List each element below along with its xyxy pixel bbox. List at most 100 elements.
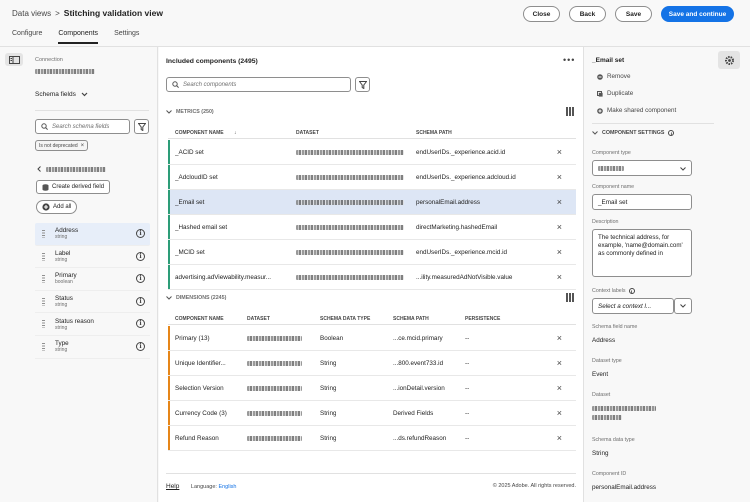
dimension-row[interactable]: Refund Reason String ...ds.refundReason -- × — [168, 426, 576, 451]
schema-fields-dropdown[interactable]: Schema fields — [35, 91, 88, 98]
column-settings-icon[interactable] — [566, 293, 575, 302]
tab-settings[interactable]: Settings — [114, 30, 139, 44]
close-button[interactable]: Close — [523, 6, 560, 22]
col-schema-data-type[interactable]: SCHEMA DATA TYPE — [320, 316, 370, 322]
help-link[interactable]: Help — [166, 483, 179, 490]
schema-fields-label: Schema fields — [35, 91, 76, 98]
dimension-row[interactable]: Currency Code (3) String Derived Fields -- × — [168, 401, 576, 426]
col-dataset[interactable]: DATASET — [296, 130, 319, 136]
drag-handle-icon[interactable] — [42, 297, 45, 306]
chevron-left-icon[interactable] — [37, 166, 41, 172]
remove-icon[interactable]: × — [557, 172, 562, 182]
component-type-select[interactable] — [592, 160, 692, 176]
dimension-row[interactable]: Selection Version String ...ionDetail.vers… — [168, 376, 576, 401]
create-derived-field-button[interactable]: Create derived field — [36, 180, 111, 194]
tab-configure[interactable]: Configure — [12, 30, 42, 44]
dimensions-section-header[interactable]: DIMENSIONS (2245) — [166, 295, 226, 301]
field-text: Address string — [55, 227, 78, 240]
remove-icon[interactable]: × — [557, 333, 562, 343]
drag-handle-icon[interactable] — [42, 320, 45, 329]
metrics-section-header[interactable]: METRICS (250) — [166, 109, 214, 115]
metric-row[interactable]: _ACID set endUserIDs._experience.acid.id × — [168, 140, 576, 165]
dimension-row[interactable]: Unique Identifier... String ...800.event73… — [168, 351, 576, 376]
info-icon[interactable]: i — [136, 319, 145, 329]
schema-field-item[interactable]: Status string i — [35, 291, 150, 314]
context-labels-select[interactable]: Select a context l... — [592, 298, 674, 314]
column-settings-icon[interactable] — [566, 107, 575, 116]
component-settings-header[interactable]: COMPONENT SETTINGS i — [592, 130, 675, 136]
remove-icon[interactable]: × — [557, 272, 562, 282]
description-textarea[interactable]: The technical address, for example, 'nam… — [592, 229, 692, 277]
filter-icon[interactable] — [134, 119, 149, 134]
col-persistence[interactable]: PERSISTENCE — [465, 316, 500, 322]
folder-name-redacted — [46, 166, 106, 172]
settings-gear-icon[interactable] — [718, 51, 740, 69]
schema-field-item[interactable]: Status reason string i — [35, 313, 150, 336]
metric-row[interactable]: _Hashed email set directMarketing.hashedE… — [168, 215, 576, 240]
duplicate-action[interactable]: Duplicate — [597, 90, 633, 97]
remove-icon[interactable]: × — [557, 433, 562, 443]
component-search-placeholder: Search components — [183, 81, 237, 88]
metric-row[interactable]: advertising.adViewability.measur... ...il… — [168, 265, 576, 290]
close-icon[interactable]: × — [81, 143, 85, 149]
dimension-data-type: Boolean — [320, 334, 344, 342]
component-name-input[interactable]: _Email set — [592, 194, 692, 210]
schema-data-type-value: String — [592, 450, 609, 457]
metric-row[interactable]: _AdcloudID set endUserIDs._experience.adc… — [168, 165, 576, 190]
remove-icon[interactable]: × — [557, 358, 562, 368]
info-icon[interactable]: i — [136, 229, 145, 238]
info-icon[interactable]: i — [136, 251, 145, 261]
metric-row[interactable]: _MCID set endUserIDs._experience.mcid.id × — [168, 240, 576, 265]
schema-field-item[interactable]: Label string i — [35, 246, 150, 269]
schema-field-item[interactable]: Type string i — [35, 336, 150, 359]
dimension-persistence: -- — [465, 334, 470, 342]
drag-handle-icon[interactable] — [42, 342, 45, 351]
col-schema-path[interactable]: SCHEMA PATH — [416, 130, 452, 136]
sort-down-icon[interactable]: ↓ — [234, 130, 237, 136]
field-type: string — [55, 347, 68, 354]
col-component-name[interactable]: COMPONENT NAME — [175, 316, 224, 322]
remove-icon[interactable]: × — [557, 247, 562, 257]
drag-handle-icon[interactable] — [42, 275, 45, 284]
more-options-icon[interactable]: ••• — [563, 56, 575, 65]
dimension-row[interactable]: Primary (13) Boolean ...ce.mcid.primary -- × — [168, 326, 576, 351]
add-all-button[interactable]: Add all — [36, 200, 78, 214]
remove-icon[interactable]: × — [557, 222, 562, 232]
dimension-indicator — [168, 351, 170, 375]
col-schema-path[interactable]: SCHEMA PATH — [393, 316, 429, 322]
info-icon[interactable]: i — [628, 288, 635, 294]
info-icon[interactable]: i — [668, 130, 675, 136]
chevron-down-icon — [680, 167, 686, 171]
field-name: Status reason — [55, 317, 94, 325]
back-button[interactable]: Back — [569, 6, 606, 22]
drag-handle-icon[interactable] — [42, 252, 45, 261]
chevron-down-icon[interactable] — [674, 298, 692, 314]
drag-handle-icon[interactable] — [42, 230, 45, 238]
save-button[interactable]: Save — [615, 6, 652, 22]
remove-action[interactable]: Remove — [597, 73, 630, 80]
breadcrumb-data-views[interactable]: Data views — [12, 9, 51, 18]
filter-tag[interactable]: Is not deprecated × — [35, 140, 89, 151]
filter-icon[interactable] — [355, 77, 370, 92]
remove-icon[interactable]: × — [557, 147, 562, 157]
col-component-name[interactable]: COMPONENT NAME — [175, 130, 224, 136]
col-dataset[interactable]: DATASET — [247, 316, 270, 322]
remove-icon[interactable]: × — [557, 383, 562, 393]
language-link[interactable]: English — [218, 484, 236, 490]
make-shared-action[interactable]: Make shared component — [597, 107, 676, 114]
info-icon[interactable]: i — [136, 296, 145, 306]
panel-toggle-icon[interactable] — [5, 53, 23, 66]
schema-search-input[interactable]: Search schema fields — [35, 119, 130, 134]
info-icon[interactable]: i — [136, 341, 145, 351]
schema-field-item[interactable]: Address string i — [35, 223, 150, 246]
metric-row[interactable]: _Email set personalEmail.address × — [168, 190, 576, 215]
component-search-input[interactable]: Search components — [166, 77, 351, 92]
folder-breadcrumb[interactable] — [37, 166, 106, 172]
tab-components[interactable]: Components — [58, 30, 99, 44]
remove-icon[interactable]: × — [557, 408, 562, 418]
info-icon[interactable]: i — [136, 274, 145, 284]
schema-field-item[interactable]: Primary boolean i — [35, 268, 150, 291]
remove-icon[interactable]: × — [557, 197, 562, 207]
save-and-continue-button[interactable]: Save and continue — [661, 6, 734, 22]
make-shared-label: Make shared component — [607, 107, 677, 114]
